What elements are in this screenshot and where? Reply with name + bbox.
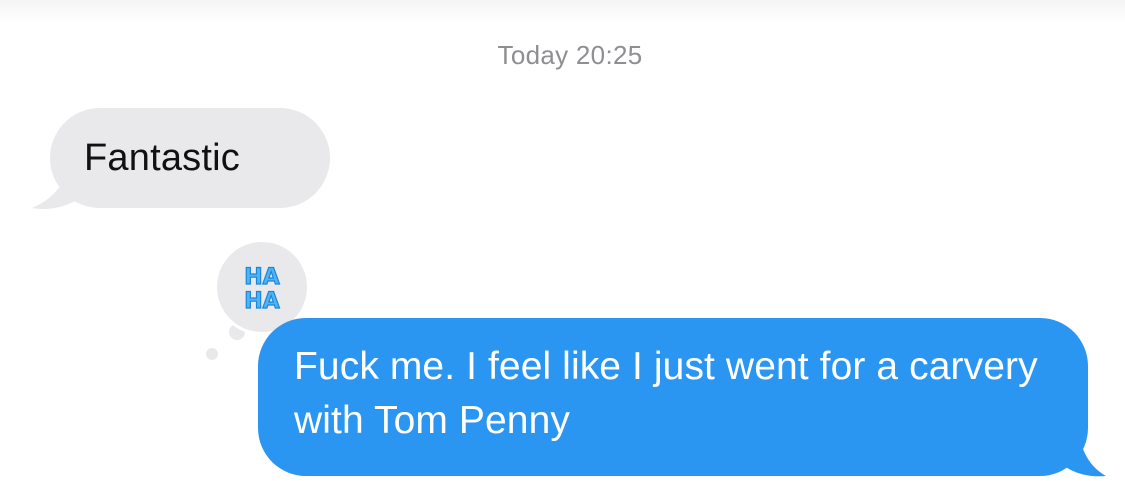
message-timestamp: Today 20:25 (497, 40, 643, 70)
haha-icon-bottom: HA (244, 289, 279, 314)
incoming-message-bubble[interactable]: Fantastic (50, 108, 330, 208)
haha-icon: HA HA (244, 264, 281, 314)
reaction-tail-dot-small (206, 348, 218, 360)
incoming-message-text: Fantastic (84, 136, 240, 179)
outgoing-message-text: Fuck me. I feel like I just went for a c… (294, 345, 1038, 442)
outgoing-message-bubble[interactable]: Fuck me. I feel like I just went for a c… (258, 318, 1088, 476)
haha-icon-top: HA (244, 265, 279, 290)
top-edge-shadow (0, 0, 1125, 22)
